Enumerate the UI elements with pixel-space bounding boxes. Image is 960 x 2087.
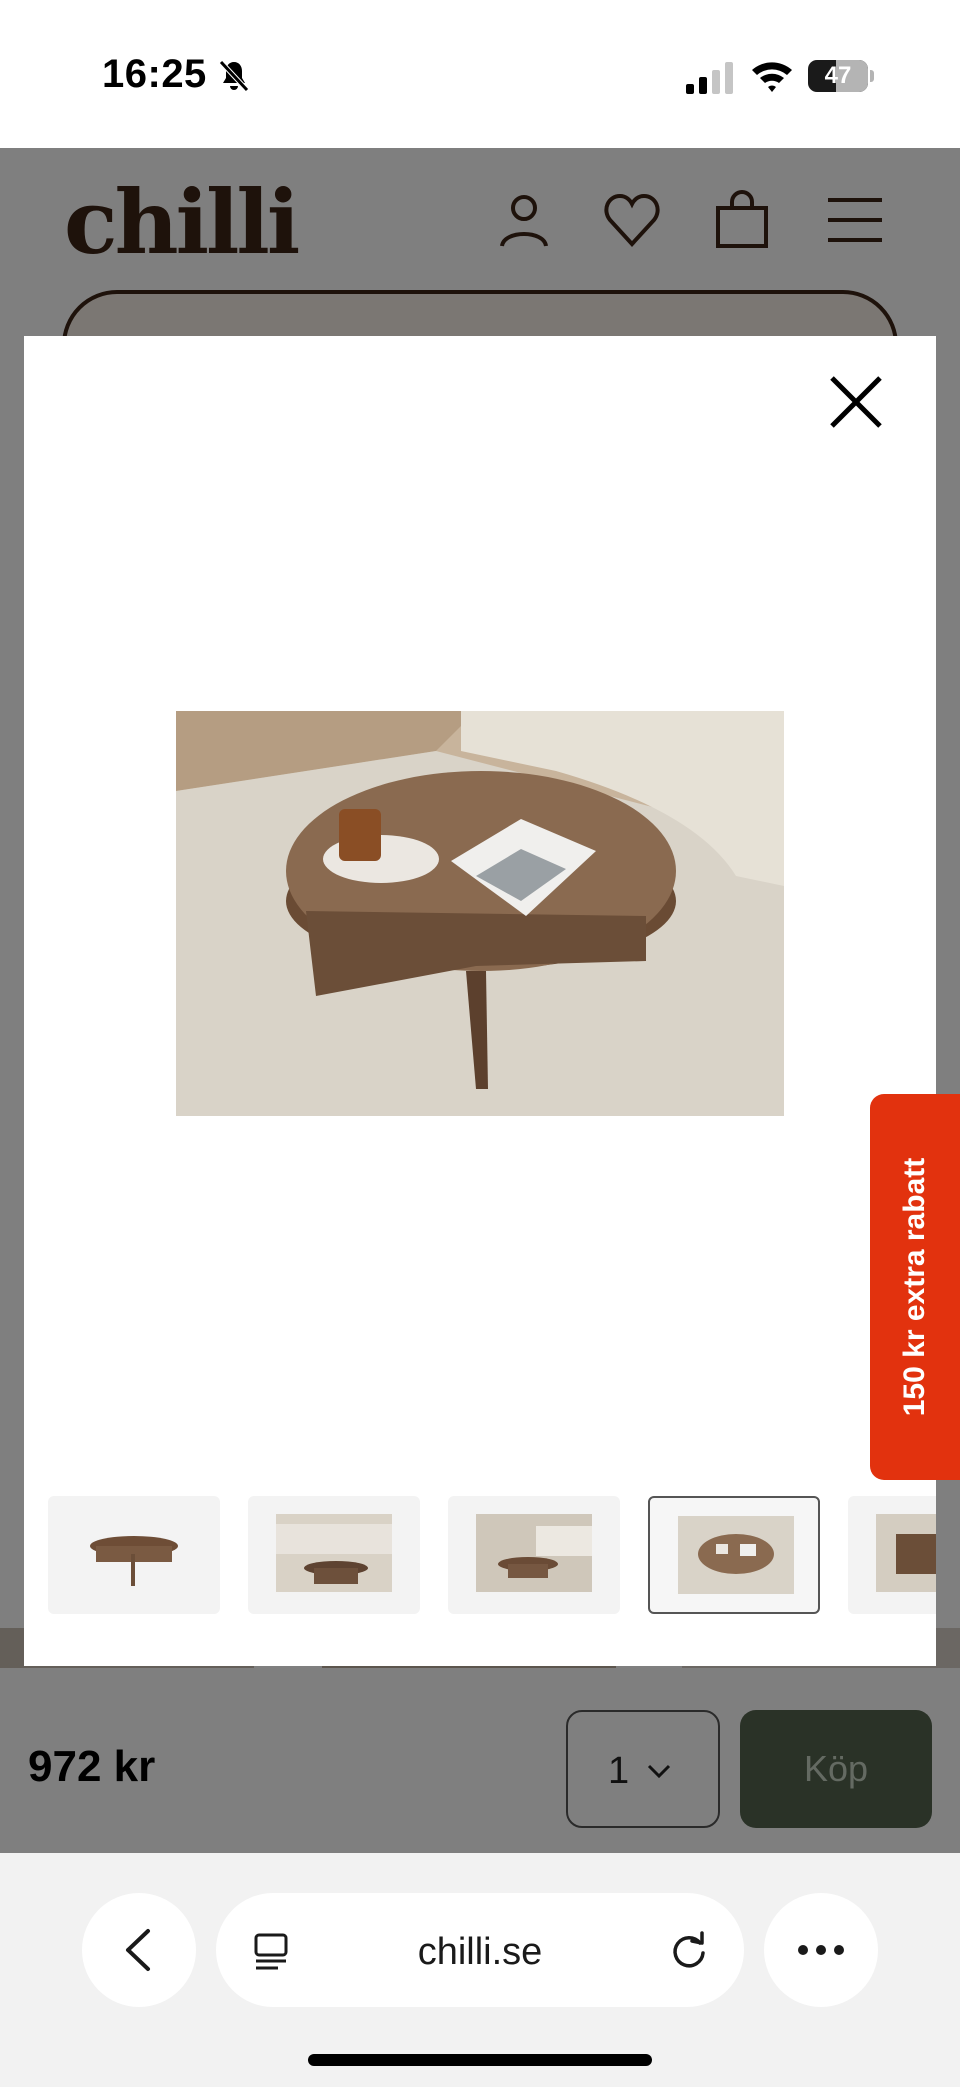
thumbnail-living-room-1[interactable]: [248, 1496, 420, 1614]
home-indicator[interactable]: [308, 2054, 652, 2066]
battery-percentage: 47: [824, 62, 852, 89]
back-icon: [126, 1929, 150, 1971]
back-button[interactable]: [82, 1893, 196, 2007]
battery-body: 47: [808, 60, 868, 92]
status-bar: 16:25 47: [0, 0, 960, 148]
battery-icon: 47: [808, 60, 874, 92]
thumbnail-image: [678, 1516, 794, 1594]
thumbnail-image: [276, 1514, 392, 1592]
more-button[interactable]: [764, 1893, 878, 2007]
url-text: chilli.se: [417, 1931, 543, 1973]
thumbnail-image: [90, 1536, 178, 1586]
battery-cap: [870, 70, 874, 82]
browser-toolbar: chilli.se: [0, 1853, 960, 2087]
more-icon: [798, 1945, 844, 1955]
address-bar[interactable]: chilli.se: [216, 1893, 744, 2007]
bell-muted-icon: [219, 60, 249, 92]
product-main-image[interactable]: [176, 711, 784, 1116]
reload-icon[interactable]: [668, 1929, 710, 1971]
signal-icon: [686, 62, 733, 94]
image-lightbox: [24, 336, 936, 1666]
close-icon[interactable]: [824, 370, 888, 434]
thumbnail-living-room-2[interactable]: [448, 1496, 620, 1614]
wifi-icon: [752, 62, 792, 92]
thumbnail-strip: [48, 1496, 936, 1616]
thumbnail-detail[interactable]: [848, 1496, 936, 1614]
promo-label: 150 kr extra rabatt: [898, 1157, 931, 1417]
thumbnail-image: [476, 1514, 592, 1592]
thumbnail-top-view[interactable]: [648, 1496, 820, 1614]
status-time: 16:25: [102, 52, 207, 96]
promo-tab[interactable]: 150 kr extra rabatt: [870, 1094, 960, 1480]
thumbnail-product[interactable]: [48, 1496, 220, 1614]
thumbnail-image: [876, 1514, 936, 1592]
